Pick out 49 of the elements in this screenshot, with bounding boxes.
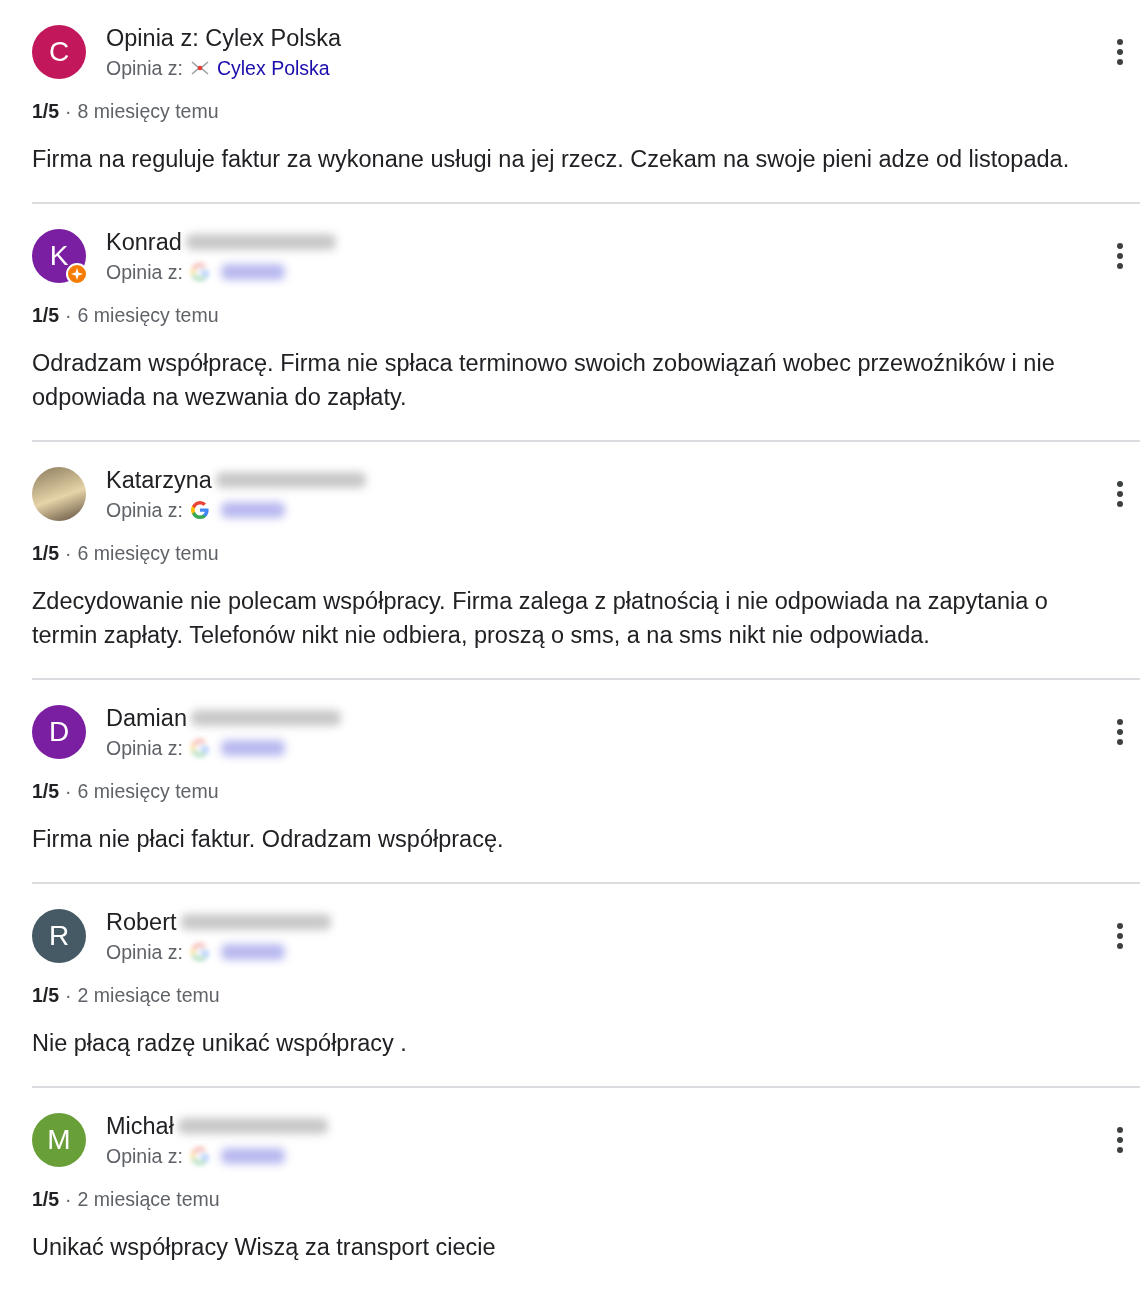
reviewer-name: Opinia z: Cylex Polska: [106, 24, 342, 51]
review-time: 8 miesięcy temu: [77, 100, 219, 122]
rating: 1/5: [32, 1188, 60, 1210]
separator-dot: ·: [65, 100, 72, 122]
letter-avatar: M: [32, 1113, 86, 1167]
rating: 1/5: [32, 984, 60, 1006]
review-time: 2 miesiące temu: [77, 1188, 220, 1210]
source-link[interactable]: Cylex Polska: [216, 56, 330, 80]
separator-dot: ·: [65, 780, 72, 802]
review-time: 6 miesięcy temu: [77, 304, 219, 326]
review-time: 6 miesięcy temu: [77, 542, 219, 564]
rating: 1/5: [32, 304, 60, 326]
more-options-icon[interactable]: [1116, 242, 1124, 270]
review-text: Nie płacą radzę unikać współpracy .: [32, 1029, 408, 1058]
reviewer-name: Katarzyna: [106, 466, 212, 493]
more-options-icon[interactable]: [1116, 718, 1124, 746]
reviewer-name: Michał: [106, 1112, 174, 1139]
source-label: Opinia z:: [106, 736, 183, 760]
more-options-icon[interactable]: [1116, 922, 1124, 950]
review-text: Firma na reguluje faktur za wykonane usługi na jej rzecz. Czekam na swoje pieni adze od listopada.: [32, 145, 1071, 174]
review-text: Unikać współpracy Wiszą za transport ciecie: [32, 1233, 497, 1262]
review-time: 6 miesięcy temu: [77, 780, 219, 802]
more-options-icon[interactable]: [1116, 480, 1124, 508]
letter-avatar: R: [32, 909, 86, 963]
reviewer-name: Konrad: [106, 228, 182, 255]
more-options-icon[interactable]: [1116, 1126, 1124, 1154]
letter-avatar: D: [32, 705, 86, 759]
source-label: Opinia z:: [106, 498, 183, 522]
separator-dot: ·: [65, 984, 72, 1006]
more-options-icon[interactable]: [1116, 38, 1124, 66]
review-text: Odradzam współpracę. Firma nie spłaca terminowo swoich zobowiązań wobec przewoźników i nie odpowiada na wezwania do zapłaty.: [32, 349, 1056, 412]
source-label: Opinia z:: [106, 1144, 183, 1168]
rating: 1/5: [32, 542, 60, 564]
avatar-photo-placeholder: [32, 467, 86, 521]
review-time: 2 miesiące temu: [77, 984, 220, 1006]
reviewer-name: Damian: [106, 704, 187, 731]
separator-dot: ·: [65, 1188, 72, 1210]
review-text: Firma nie płaci faktur. Odradzam współpracę.: [32, 825, 505, 854]
rating: 1/5: [32, 780, 60, 802]
separator-dot: ·: [65, 542, 72, 564]
separator-dot: ·: [65, 304, 72, 326]
rating: 1/5: [32, 100, 60, 122]
reviewer-name: Robert: [106, 908, 177, 935]
source-label: Opinia z:: [106, 940, 183, 964]
review-text: Zdecydowanie nie polecam współpracy. Firma zalega z płatnością i nie odpowiada na zapytania o termin zapłaty. Telefonów nikt nie odbiera, proszą o sms, a na sms nikt nie odpowiada.: [32, 587, 1049, 650]
source-label: Opinia z:: [106, 56, 183, 80]
letter-avatar: C: [32, 25, 86, 79]
cylex-logo-icon: [190, 61, 209, 75]
source-label: Opinia z:: [106, 260, 183, 284]
